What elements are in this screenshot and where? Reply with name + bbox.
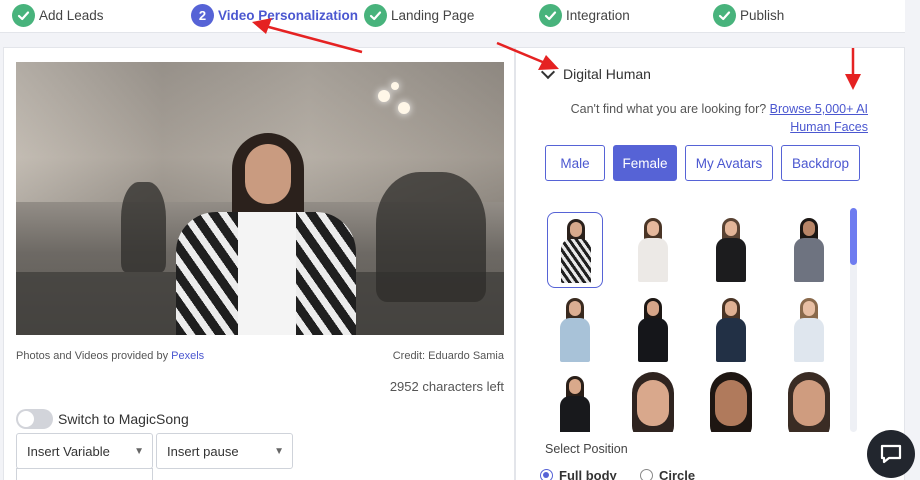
- section-title: Digital Human: [563, 66, 651, 82]
- video-preview[interactable]: [16, 62, 504, 335]
- avatar-face: [647, 301, 659, 316]
- magicsong-toggle[interactable]: [16, 409, 53, 429]
- avatar-option[interactable]: [625, 292, 681, 368]
- avatar-option[interactable]: [703, 212, 759, 288]
- tab-male[interactable]: Male: [545, 145, 605, 181]
- avatar-face: [725, 221, 737, 236]
- background-person: [376, 172, 486, 302]
- radio-label: Circle: [659, 468, 696, 480]
- position-label: Select Position: [545, 442, 628, 456]
- avatar-torso: [794, 318, 824, 362]
- browse-faces-hint: Can't find what you are looking for? Bro…: [545, 100, 868, 136]
- ceiling-light: [391, 82, 399, 90]
- author-credit: Credit: Eduardo Samia: [392, 350, 504, 362]
- avatar-option[interactable]: [781, 292, 837, 368]
- presenter-shirt: [238, 212, 296, 335]
- select-value: Insert pause: [167, 443, 239, 459]
- toggle-knob: [18, 411, 34, 427]
- pexels-link[interactable]: Pexels: [171, 350, 204, 362]
- browse-faces-link-line1[interactable]: Browse 5,000+ AI: [770, 102, 868, 116]
- avatar-option[interactable]: [781, 212, 837, 288]
- step-label: Publish: [740, 7, 785, 23]
- avatar-face: [569, 379, 581, 394]
- position-full-body[interactable]: Full body: [540, 468, 617, 480]
- select-value: Insert Variable: [27, 443, 110, 459]
- avatar-torso: [561, 239, 591, 283]
- avatar-option[interactable]: [703, 292, 759, 368]
- avatar-face: [570, 222, 582, 237]
- avatar-torso: [560, 396, 590, 432]
- step-publish[interactable]: Publish: [713, 3, 784, 27]
- tab-my-avatars[interactable]: My Avatars: [685, 145, 773, 181]
- insert-pause-select[interactable]: Insert pause ▼: [156, 433, 293, 469]
- chevron-down-icon: [540, 64, 556, 79]
- media-credit: Photos and Videos provided by Pexels: [16, 350, 204, 362]
- check-icon: [713, 3, 736, 27]
- avatar-grid-scrollbar[interactable]: [850, 208, 857, 432]
- step-add-leads[interactable]: Add Leads: [12, 3, 104, 27]
- position-circle[interactable]: Circle: [640, 468, 695, 480]
- avatar-face: [803, 221, 815, 236]
- avatar-option[interactable]: [625, 370, 681, 432]
- ceiling-light: [398, 102, 410, 114]
- avatar-torso: [560, 318, 590, 362]
- avatar-face: [803, 301, 815, 316]
- browse-text: Can't find what you are looking for?: [570, 102, 767, 116]
- chevron-down-icon: ▼: [134, 446, 144, 457]
- step-label: Add Leads: [39, 7, 104, 23]
- digital-human-section-toggle[interactable]: Digital Human: [540, 64, 651, 82]
- scrollbar-thumb[interactable]: [850, 208, 857, 265]
- insert-variable-select[interactable]: Insert Variable ▼: [16, 433, 153, 469]
- credit-prefix: Photos and Videos provided by: [16, 350, 172, 362]
- step-label: Landing Page: [391, 7, 475, 23]
- avatar-option[interactable]: [547, 370, 603, 432]
- avatar-face: [715, 380, 747, 426]
- avatar-torso: [716, 238, 746, 282]
- chevron-down-icon: ▼: [274, 446, 284, 457]
- step-video-personalization[interactable]: 2 Video Personalization: [191, 3, 358, 27]
- chat-icon: [880, 444, 902, 464]
- step-number-badge: 2: [191, 3, 214, 27]
- avatar-face: [793, 380, 825, 426]
- avatar-option[interactable]: [781, 370, 837, 432]
- step-integration[interactable]: Integration: [539, 3, 630, 27]
- avatar-torso: [716, 318, 746, 362]
- chat-widget-button[interactable]: [867, 430, 915, 478]
- step-landing-page[interactable]: Landing Page: [364, 3, 474, 27]
- presenter-face: [245, 144, 291, 204]
- toggle-label: Switch to MagicSong: [58, 411, 189, 427]
- avatar-option[interactable]: [625, 212, 681, 288]
- background-person: [121, 182, 166, 272]
- radio-button[interactable]: [540, 469, 553, 480]
- check-icon: [539, 3, 562, 27]
- characters-left: 2952 characters left: [389, 379, 504, 394]
- radio-label: Full body: [559, 468, 617, 480]
- avatar-face: [569, 301, 581, 316]
- avatar-face: [725, 301, 737, 316]
- avatar-option[interactable]: [547, 212, 603, 288]
- tab-backdrop[interactable]: Backdrop: [781, 145, 860, 181]
- avatar-option[interactable]: [547, 292, 603, 368]
- check-icon: [12, 3, 35, 27]
- check-icon: [364, 3, 387, 27]
- ceiling-light: [378, 90, 390, 102]
- avatar-torso: [794, 238, 824, 282]
- tab-female[interactable]: Female: [613, 145, 677, 181]
- avatar-option[interactable]: [703, 370, 759, 432]
- step-label: Video Personalization: [218, 7, 359, 23]
- step-label: Integration: [566, 7, 630, 23]
- avatar-face: [647, 221, 659, 236]
- browse-faces-link-line2[interactable]: Human Faces: [790, 120, 868, 134]
- magicsong-toggle-row[interactable]: Switch to MagicSong: [16, 409, 189, 429]
- avatar-torso: [638, 318, 668, 362]
- avatar-face: [637, 380, 669, 426]
- script-textarea[interactable]: [16, 468, 153, 480]
- avatar-grid: [545, 210, 845, 432]
- progress-stepper: Add Leads 2 Video Personalization Landin…: [0, 0, 905, 33]
- radio-button[interactable]: [640, 469, 653, 480]
- avatar-torso: [638, 238, 668, 282]
